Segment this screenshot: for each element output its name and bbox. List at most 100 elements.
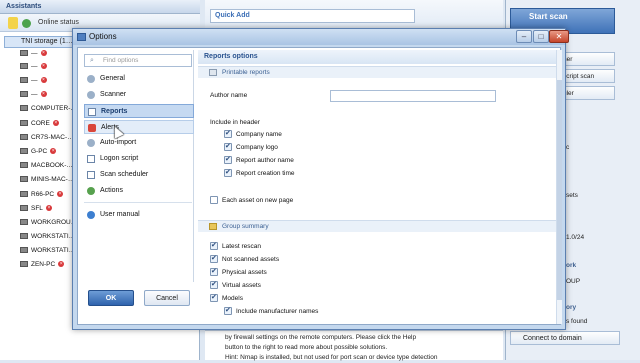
computer-icon [20, 134, 28, 141]
nav-general[interactable]: General [84, 72, 194, 86]
nav-actions[interactable]: Actions [84, 184, 194, 198]
bulb-icon[interactable] [8, 17, 18, 29]
error-icon: × [52, 120, 59, 127]
import-icon [87, 139, 95, 147]
minimize-button[interactable]: – [516, 30, 532, 43]
dialog-title-bar[interactable]: Options – □ ✕ [73, 29, 569, 45]
options-dialog: Options – □ ✕ ⌕ Find options General Sca… [72, 28, 569, 330]
nav-scanner[interactable]: Scanner [84, 88, 194, 102]
content-scrollbar[interactable] [556, 50, 562, 324]
report-creation-time-checkbox[interactable] [224, 168, 232, 177]
tree-item[interactable]: CR7S-MAC-… [20, 134, 74, 145]
tree-item-label: — [31, 63, 38, 70]
author-name-input[interactable] [330, 90, 496, 102]
models-label: Models [222, 295, 243, 302]
error-icon: × [40, 50, 47, 57]
dialog-title: Options [89, 32, 117, 41]
nav-label: Scanner [100, 91, 127, 98]
nav-scan-scheduler[interactable]: Scan scheduler [84, 168, 194, 182]
tree-item[interactable]: ZEN-PC × [20, 261, 65, 272]
close-button[interactable]: ✕ [549, 30, 569, 43]
company-logo-checkbox[interactable] [224, 142, 232, 151]
nav-reports[interactable]: Reports [84, 104, 194, 118]
section-title: Printable reports [222, 69, 270, 76]
tree-item[interactable]: WORKSTATI… [20, 247, 75, 258]
options-app-icon [77, 33, 86, 41]
info-line-2: button to the right to read more about p… [225, 344, 388, 351]
virtual-assets-checkbox[interactable] [210, 280, 218, 289]
company-name-checkbox[interactable] [224, 129, 232, 138]
connect-to-domain-button[interactable]: Connect to domain [510, 331, 620, 345]
tree-item-label: — [31, 50, 38, 57]
tree-item[interactable]: COMPUTER-… [20, 105, 77, 116]
quick-add-input[interactable]: Quick Add [210, 9, 415, 23]
tree-item-label: R66-PC [31, 191, 55, 198]
nav-label: Scan scheduler [100, 171, 149, 178]
each-asset-new-page-label: Each asset on new page [222, 197, 294, 204]
tree-item[interactable]: G-PC × [20, 148, 57, 159]
computer-icon [20, 219, 28, 226]
report-creation-time-label: Report creation time [236, 170, 295, 177]
error-icon: × [40, 91, 47, 98]
each-asset-new-page-checkbox[interactable] [210, 196, 218, 204]
company-logo-label: Company logo [236, 144, 278, 151]
tree-item-label: ZEN-PC [31, 261, 56, 268]
right-text-6: ory [566, 304, 577, 311]
computer-icon [20, 63, 28, 70]
cancel-button[interactable]: Cancel [144, 290, 190, 306]
nav-label: General [100, 75, 125, 82]
tree-item[interactable]: — × [20, 77, 47, 88]
not-scanned-assets-checkbox[interactable] [210, 254, 218, 263]
nav-logon-script[interactable]: Logon script [84, 152, 194, 166]
include-manufacturer-names-checkbox[interactable] [224, 306, 232, 315]
error-icon: × [40, 63, 47, 70]
dialog-body: ⌕ Find options General Scanner Reports A… [77, 47, 562, 325]
report-author-name-checkbox[interactable] [224, 155, 232, 164]
models-checkbox[interactable] [210, 293, 218, 302]
right-text-7: s found [566, 318, 588, 325]
calendar-icon [87, 171, 95, 179]
computer-icon [20, 120, 28, 127]
tree-item-label: — [31, 91, 38, 98]
right-button-3[interactable]: uler [560, 86, 615, 100]
error-icon: × [40, 77, 47, 84]
ok-button[interactable]: OK [88, 290, 134, 306]
include-header-label: Include in header [210, 119, 260, 126]
right-button-2[interactable]: script scan [560, 69, 615, 83]
scrollbar-thumb[interactable] [557, 80, 562, 300]
nav-user-manual[interactable]: User manual [84, 208, 194, 222]
tree-item[interactable]: — × [20, 63, 47, 74]
nav-auto-import[interactable]: Auto-import [84, 136, 194, 150]
tree-item[interactable]: MINIS-MAC-… [20, 176, 74, 187]
tree-item[interactable]: — × [20, 91, 47, 102]
tree-item[interactable]: R66-PC × [20, 191, 64, 202]
tree-item[interactable]: WORKGROU… [20, 219, 77, 230]
error-icon: × [50, 148, 57, 155]
actions-icon [87, 187, 95, 195]
printer-icon [209, 69, 217, 76]
maximize-button[interactable]: □ [533, 30, 549, 43]
tree-item-label: WORKGROU… [31, 219, 78, 226]
alert-icon [88, 124, 96, 132]
computer-icon [20, 162, 28, 169]
folder-icon [209, 223, 217, 230]
tree-item[interactable]: CORE × [20, 120, 59, 131]
tree-item[interactable]: WORKSTATI… [20, 233, 75, 244]
right-button-1[interactable]: ner [560, 52, 615, 66]
author-name-label: Author name [210, 92, 248, 99]
section-title: Group summary [222, 223, 269, 230]
find-options-input[interactable]: ⌕ Find options [84, 54, 192, 67]
tree-item-label: G-PC [31, 148, 48, 155]
nav-divider [84, 202, 192, 203]
tree-item[interactable]: MACBOOK-… [20, 162, 73, 173]
assistants-header: Assistants [0, 0, 200, 14]
tree-item[interactable]: — × [20, 50, 47, 61]
tree-item[interactable]: SFL × [20, 205, 52, 216]
report-icon [88, 108, 96, 116]
computer-icon [20, 77, 28, 84]
latest-rescan-checkbox[interactable] [210, 241, 218, 250]
nav-label: Actions [100, 187, 123, 194]
online-status-label: Online status [38, 19, 79, 26]
nav-alerts[interactable]: Alerts [84, 120, 194, 134]
physical-assets-checkbox[interactable] [210, 267, 218, 276]
